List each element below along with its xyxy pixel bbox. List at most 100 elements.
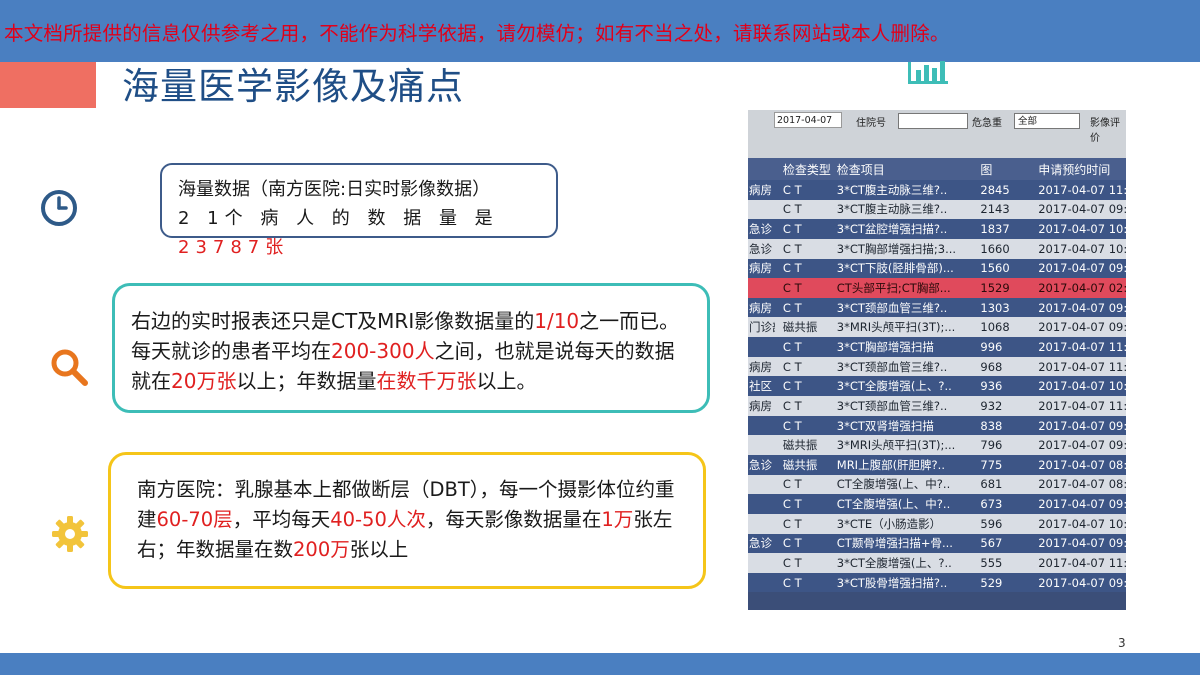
date-field: 2017-04-07 (774, 112, 842, 128)
table-cell: 2017-04-07 09:4 (1038, 438, 1126, 453)
table-cell: 门诊部 (749, 320, 775, 335)
title-accent-block (0, 62, 96, 108)
table-cell: 病房 (749, 300, 772, 315)
table-cell: 社区 (749, 379, 772, 394)
table-row: 病房 C T 3*CT颈部血管三维?.. 1303 2017-04-07 09:5 (748, 297, 1126, 318)
callout-text: 右边的实时报表还只是CT及MRI影像数据量的 (131, 309, 535, 333)
table-cell: 1303 (980, 300, 1010, 315)
table-cell: CT颞骨增强扫描+骨... (836, 536, 953, 551)
table-cell: C T (782, 339, 802, 354)
table-cell: 932 (980, 398, 1003, 413)
table-cell: 磁共振 (782, 320, 818, 335)
table-cell: 3*CT颈部血管三维?.. (836, 359, 948, 374)
realtime-report-callout: 右边的实时报表还只是CT及MRI影像数据量的1/10之一而已。每天就诊的患者平均… (112, 283, 710, 413)
slide-title: 海量医学影像及痛点 (122, 65, 464, 108)
table-cell: 2017-04-07 11: (1038, 182, 1126, 197)
gear-icon (52, 516, 88, 552)
image-eval-label: 影像评价 (1090, 118, 1120, 144)
table-row: C T 3*CT双肾增强扫描 838 2017-04-07 09:5 (748, 415, 1126, 436)
highlight-value: 1/10 (534, 309, 580, 333)
highlight-value: 40-50人次 (330, 508, 426, 531)
table-cell: 1560 (980, 261, 1010, 276)
header-cell: 检查类型 (782, 162, 831, 177)
image-count-unit: 张 (265, 237, 284, 258)
table-cell: 磁共振 (782, 457, 818, 472)
clock-icon (41, 190, 77, 226)
table-cell: 急诊 (749, 222, 772, 237)
table-row: 病房 C T 3*CT下肢(胫腓骨部)... 1560 2017-04-07 09:5 (748, 258, 1126, 279)
table-cell: 1660 (980, 241, 1010, 256)
table-cell: 596 (980, 516, 1003, 531)
table-cell: 2017-04-07 10:4 (1038, 516, 1126, 531)
table-cell: 2017-04-07 02:5 (1038, 281, 1126, 296)
report-toolbar: 2017-04-07 住院号 危急重 全部 影像评价 (748, 110, 1126, 158)
table-cell: 2017-04-07 09:5 (1038, 497, 1126, 512)
disclaimer-text: 本文档所提供的信息仅供参考之用，不能作为科学依据，请勿模仿；如有不当之处，请联系… (4, 21, 950, 45)
table-cell: 病房 (749, 359, 772, 374)
table-cell: 3*CT股骨增强扫描?.. (836, 575, 948, 590)
table-cell: C T (782, 398, 802, 413)
highlight-value: 200万 (293, 538, 350, 561)
table-cell: 3*CT胸部增强扫描;3... (836, 241, 957, 256)
table-row: C T CT全腹增强(上、中?.. 681 2017-04-07 08:5 (748, 474, 1126, 495)
table-row: C T CT头部平扫;CT胸部... 1529 2017-04-07 02:5 (748, 278, 1126, 298)
report-header-row: 检查类型 检查项目 图 申请预约时间 (748, 158, 1126, 180)
breast-dbt-callout: 南方医院：乳腺基本上都做断层（DBT），每一个摄影体位约重建60-70层，平均每… (108, 452, 706, 589)
highlight-value: 20万张 (171, 369, 237, 393)
table-cell: 996 (980, 339, 1003, 354)
callout-text: 以上。 (476, 369, 537, 393)
table-cell: CT全腹增强(上、中?.. (836, 497, 951, 512)
search-icon (51, 349, 88, 386)
report-rows: 病房 C T 3*CT腹主动脉三维?.. 2845 2017-04-07 11: C T 3… (748, 180, 1126, 593)
table-cell: C T (782, 222, 802, 237)
table-cell: 3*CTE（小肠造影） (836, 516, 942, 531)
table-cell: MRI上腹部(肝胆脾?.. (836, 457, 945, 472)
table-cell: 2017-04-07 11:1 (1038, 398, 1126, 413)
table-cell: CT头部平扫;CT胸部... (836, 281, 951, 296)
table-row: 磁共振 3*MRI头颅平扫(3T);... 796 2017-04-07 09:4 (748, 435, 1126, 455)
table-cell: C T (782, 516, 802, 531)
table-cell: C T (782, 477, 802, 492)
table-cell: C T (782, 379, 802, 394)
table-cell: 3*CT双肾增强扫描 (836, 418, 934, 433)
table-cell: 3*CT颈部血管三维?.. (836, 300, 948, 315)
highlight-value: 1万 (601, 508, 634, 531)
table-cell: 3*CT全腹增强(上、?.. (836, 379, 952, 394)
table-row: 病房 C T 3*CT颈部血管三维?.. 932 2017-04-07 11:1 (748, 396, 1126, 416)
table-cell: 3*MRI头颅平扫(3T);... (836, 438, 956, 453)
image-count-value: 23787 (178, 237, 266, 258)
table-cell: 555 (980, 555, 1003, 570)
highlight-value: 在数千万张 (376, 369, 477, 393)
table-cell: 急诊 (749, 457, 772, 472)
table-cell: 2017-04-07 11:2 (1038, 339, 1126, 354)
patient-count-line: 2 1个 病 人 的 数 据 量 是 23787张 (178, 204, 540, 262)
table-cell: 病房 (749, 261, 772, 276)
table-cell: C T (782, 261, 802, 276)
table-row: C T 3*CT胸部增强扫描 996 2017-04-07 11:2 (748, 337, 1126, 357)
table-cell: 2017-04-07 09:0 (1038, 320, 1126, 335)
table-cell: C T (782, 182, 802, 197)
table-cell: 2017-04-07 08:1 (1038, 457, 1126, 472)
table-cell: 2017-04-07 10:0 (1038, 379, 1126, 394)
table-cell: 673 (980, 497, 1003, 512)
table-cell: 2017-04-07 09:5 (1038, 202, 1126, 217)
table-row: C T 3*CTE（小肠造影） 596 2017-04-07 10:4 (748, 513, 1126, 534)
table-row: 急诊 C T CT颞骨增强扫描+骨... 567 2017-04-07 09:3 (748, 533, 1126, 554)
table-cell: 1068 (980, 320, 1010, 335)
table-cell: 2017-04-07 09:4 (1038, 575, 1126, 590)
table-cell: 2143 (980, 202, 1010, 217)
callout-text: 以上；年数据量 (236, 369, 377, 393)
table-cell: 病房 (749, 398, 772, 413)
pacs-report-photo: 2017-04-07 住院号 危急重 全部 影像评价 检查类型 检查项目 图 申… (748, 110, 1126, 610)
bar-chart-icon (908, 61, 948, 84)
table-cell: C T (782, 281, 802, 296)
table-cell: 1529 (980, 281, 1010, 296)
callout-text: ，每天影像数据量在 (425, 508, 602, 531)
table-cell: 2017-04-07 09:5 (1038, 418, 1126, 433)
table-cell: 2017-04-07 10:1 (1038, 241, 1126, 256)
table-cell: 3*CT盆腔增强扫描?.. (836, 222, 948, 237)
table-cell: C T (782, 497, 802, 512)
critical-label: 危急重 (972, 118, 1002, 129)
table-cell: 3*CT腹主动脉三维?.. (836, 182, 948, 197)
table-cell: 1837 (980, 222, 1010, 237)
